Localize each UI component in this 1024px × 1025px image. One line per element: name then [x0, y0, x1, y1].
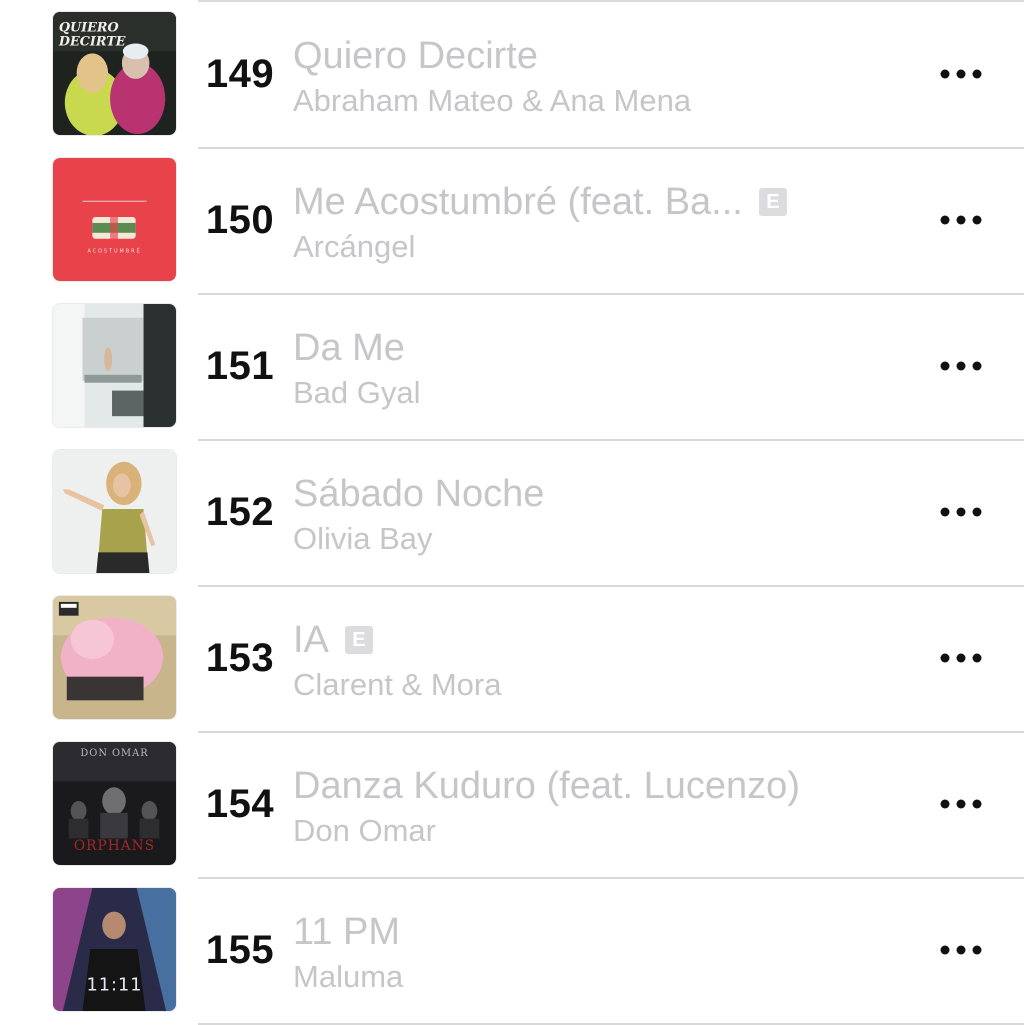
song-title-line: Danza Kuduro (feat. Lucenzo) — [293, 760, 800, 812]
more-options-button[interactable] — [930, 198, 992, 242]
song-row[interactable]: 151 Da Me Bad Gyal — [0, 292, 1024, 441]
explicit-badge: E — [758, 188, 787, 216]
song-artist[interactable]: Arcángel — [293, 226, 415, 268]
song-artist[interactable]: Olivia Bay — [293, 518, 433, 560]
ellipsis-icon — [940, 215, 982, 225]
song-row[interactable]: ACOSTUMBRÉ 150 Me Acostumbré (feat. Ba..… — [0, 146, 1024, 295]
song-artist[interactable]: Maluma — [293, 956, 403, 998]
song-title[interactable]: Danza Kuduro (feat. Lucenzo) — [293, 762, 800, 810]
chart-rank: 151 — [205, 344, 275, 388]
album-artwork[interactable]: 11:11 — [52, 887, 177, 1012]
svg-text:11:11: 11:11 — [87, 975, 143, 995]
chart-rank: 150 — [205, 198, 275, 242]
song-title[interactable]: Da Me — [293, 324, 405, 372]
svg-text:DON OMAR: DON OMAR — [80, 748, 148, 759]
album-artwork-image: QUIERO DECIRTE — [53, 12, 176, 135]
song-row[interactable]: 152 Sábado Noche Olivia Bay — [0, 438, 1024, 587]
song-title[interactable]: IA — [293, 616, 329, 664]
more-options-button[interactable] — [930, 52, 992, 96]
explicit-badge: E — [344, 626, 373, 654]
svg-text:QUIERO: QUIERO — [59, 21, 120, 36]
chart-rank: 155 — [205, 928, 275, 972]
song-title[interactable]: 11 PM — [293, 908, 400, 956]
song-row[interactable]: 11:11 155 11 PM Maluma — [0, 876, 1024, 1025]
chart-rank: 152 — [205, 490, 275, 534]
album-artwork[interactable] — [52, 449, 177, 574]
chart-song-list: QUIERO DECIRTE 149 Quiero Decirte Abraha… — [0, 0, 1024, 1025]
song-title[interactable]: Me Acostumbré (feat. Ba... — [293, 178, 743, 226]
ellipsis-icon — [940, 653, 982, 663]
song-title-line: IA E — [293, 614, 373, 666]
chart-rank: 154 — [205, 782, 275, 826]
album-artwork-image: DON OMAR ORPHANS — [53, 742, 176, 865]
svg-text:ORPHANS: ORPHANS — [74, 838, 155, 854]
song-artist[interactable]: Clarent & Mora — [293, 664, 501, 706]
album-artwork-image: 11:11 — [53, 888, 176, 1011]
svg-text:DECIRTE: DECIRTE — [58, 34, 126, 49]
song-title-line: Me Acostumbré (feat. Ba... E — [293, 176, 787, 228]
song-title-line: Sábado Noche — [293, 468, 544, 520]
album-artwork[interactable] — [52, 303, 177, 428]
song-title[interactable]: Quiero Decirte — [293, 32, 538, 80]
more-options-button[interactable] — [930, 928, 992, 972]
song-row[interactable]: QUIERO DECIRTE 149 Quiero Decirte Abraha… — [0, 0, 1024, 149]
album-artwork-image — [53, 596, 176, 719]
ellipsis-icon — [940, 361, 982, 371]
more-options-button[interactable] — [930, 782, 992, 826]
song-artist[interactable]: Don Omar — [293, 810, 436, 852]
more-options-button[interactable] — [930, 344, 992, 388]
chart-rank: 153 — [205, 636, 275, 680]
chart-rank: 149 — [205, 52, 275, 96]
ellipsis-icon — [940, 799, 982, 809]
song-title-line: Quiero Decirte — [293, 30, 538, 82]
album-artwork-image — [53, 450, 176, 573]
ellipsis-icon — [940, 69, 982, 79]
song-artist[interactable]: Bad Gyal — [293, 372, 421, 414]
more-options-button[interactable] — [930, 636, 992, 680]
song-row[interactable]: 153 IA E Clarent & Mora — [0, 584, 1024, 733]
song-artist[interactable]: Abraham Mateo & Ana Mena — [293, 80, 691, 122]
svg-text:ACOSTUMBRÉ: ACOSTUMBRÉ — [87, 246, 141, 254]
album-artwork-image: ACOSTUMBRÉ — [53, 158, 176, 281]
more-options-button[interactable] — [930, 490, 992, 534]
ellipsis-icon — [940, 945, 982, 955]
album-artwork[interactable]: DON OMAR ORPHANS — [52, 741, 177, 866]
song-title[interactable]: Sábado Noche — [293, 470, 544, 518]
song-title-line: Da Me — [293, 322, 405, 374]
album-artwork[interactable] — [52, 595, 177, 720]
album-artwork-image — [53, 304, 176, 427]
album-artwork[interactable]: ACOSTUMBRÉ — [52, 157, 177, 282]
album-artwork[interactable]: QUIERO DECIRTE — [52, 11, 177, 136]
song-title-line: 11 PM — [293, 906, 400, 958]
ellipsis-icon — [940, 507, 982, 517]
song-row[interactable]: DON OMAR ORPHANS 154 Danza Kuduro (feat.… — [0, 730, 1024, 879]
